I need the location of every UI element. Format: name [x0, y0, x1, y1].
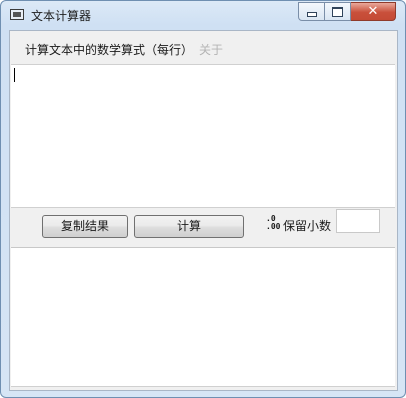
expression-input[interactable]	[11, 64, 395, 208]
close-icon: ✕	[367, 4, 379, 19]
result-output[interactable]	[11, 248, 395, 387]
decimal-places-icon: .0.00	[266, 214, 281, 231]
maximize-icon	[332, 6, 343, 17]
minimize-button[interactable]	[298, 2, 325, 21]
close-button[interactable]: ✕	[351, 2, 396, 21]
calculate-button[interactable]: 计算	[134, 215, 244, 238]
text-caret	[14, 68, 15, 82]
minimize-icon	[306, 12, 317, 17]
window-title: 文本计算器	[31, 9, 92, 23]
decimal-places-input[interactable]	[336, 209, 380, 233]
copy-result-button[interactable]: 复制结果	[42, 215, 128, 238]
app-window: 文本计算器 ✕ 计算文本中的数学算式（每行） 关于 复制结果 计算 .0.00 …	[0, 0, 406, 398]
calculator-app-icon	[10, 9, 24, 20]
client-area: 计算文本中的数学算式（每行） 关于 复制结果 计算 .0.00 保留小数	[9, 30, 398, 391]
instruction-label: 计算文本中的数学算式（每行）	[25, 43, 194, 57]
about-link[interactable]: 关于	[199, 41, 223, 58]
decimal-places-label: 保留小数	[283, 219, 332, 233]
maximize-button[interactable]	[325, 2, 351, 21]
title-bar[interactable]: 文本计算器 ✕	[1, 1, 405, 29]
